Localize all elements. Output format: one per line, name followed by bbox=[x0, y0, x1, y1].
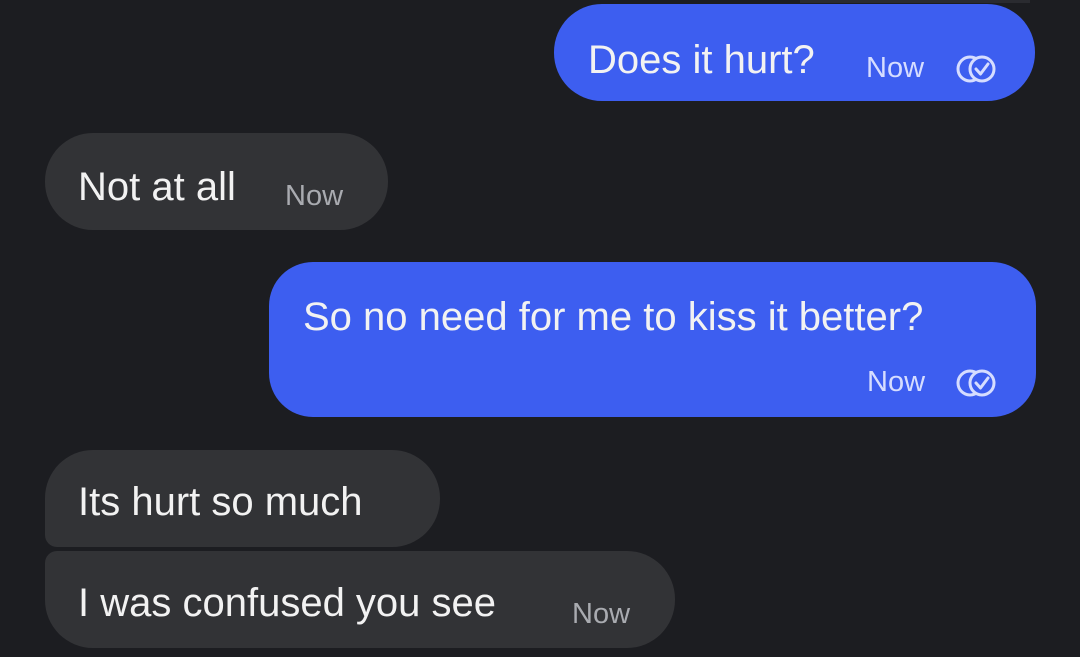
message-time: Now bbox=[867, 366, 926, 398]
message-bubble-outgoing[interactable]: Does it hurt? Now bbox=[554, 4, 1035, 101]
read-receipt-icon bbox=[956, 55, 996, 83]
read-receipt-icon bbox=[956, 369, 996, 397]
conversation-thread: Does it hurt? Now Not at all Now So no n… bbox=[0, 0, 1080, 657]
message-bubble-incoming[interactable]: Not at all Now bbox=[45, 133, 388, 230]
message-time: Now bbox=[285, 180, 344, 212]
message-text: I was confused you see bbox=[78, 581, 497, 625]
message-text: So no need for me to kiss it better? bbox=[303, 295, 924, 339]
message-text: Not at all bbox=[78, 165, 236, 209]
message-time: Now bbox=[572, 598, 631, 630]
message-bubble-incoming[interactable]: Its hurt so much bbox=[45, 450, 440, 547]
message-text: Its hurt so much bbox=[78, 480, 363, 524]
message-time: Now bbox=[866, 52, 925, 84]
message-bubble-outgoing[interactable]: So no need for me to kiss it better? Now bbox=[269, 262, 1036, 417]
message-bubble-incoming[interactable]: I was confused you see Now bbox=[45, 551, 675, 648]
message-text: Does it hurt? bbox=[588, 38, 815, 82]
previous-message-edge bbox=[800, 0, 1030, 3]
